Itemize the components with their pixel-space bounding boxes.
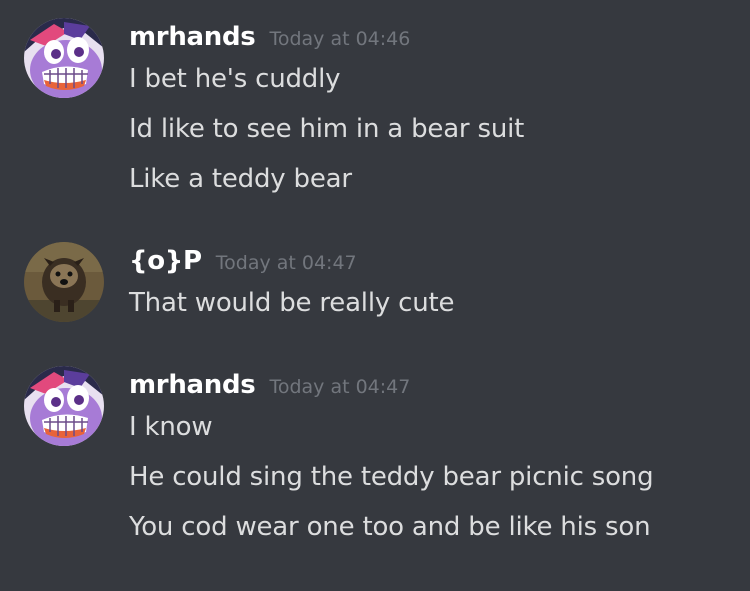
message-text: I bet he's cuddly xyxy=(129,64,341,94)
message-text: He could sing the teddy bear picnic song xyxy=(129,462,654,492)
user-avatar[interactable] xyxy=(24,366,104,446)
chat-messages: mrhands Today at 04:46 I bet he's cuddly … xyxy=(0,0,750,591)
timestamp[interactable]: Today at 04:46 xyxy=(269,28,410,50)
user-avatar[interactable] xyxy=(24,18,104,98)
message-text: Like a teddy bear xyxy=(129,164,352,194)
username[interactable]: {o}P xyxy=(129,246,202,276)
dog-photo-avatar-icon xyxy=(24,242,104,322)
username[interactable]: mrhands xyxy=(129,370,256,400)
timestamp[interactable]: Today at 04:47 xyxy=(269,376,410,398)
message-text: I know xyxy=(129,412,213,442)
purple-pony-avatar-icon xyxy=(24,18,104,98)
purple-pony-avatar-icon xyxy=(24,366,104,446)
message-text: That would be really cute xyxy=(129,288,455,318)
message-text: Id like to see him in a bear suit xyxy=(129,114,525,144)
username[interactable]: mrhands xyxy=(129,22,256,52)
user-avatar[interactable] xyxy=(24,242,104,322)
message-text: You cod wear one too and be like his son xyxy=(129,512,651,542)
timestamp[interactable]: Today at 04:47 xyxy=(216,252,357,274)
